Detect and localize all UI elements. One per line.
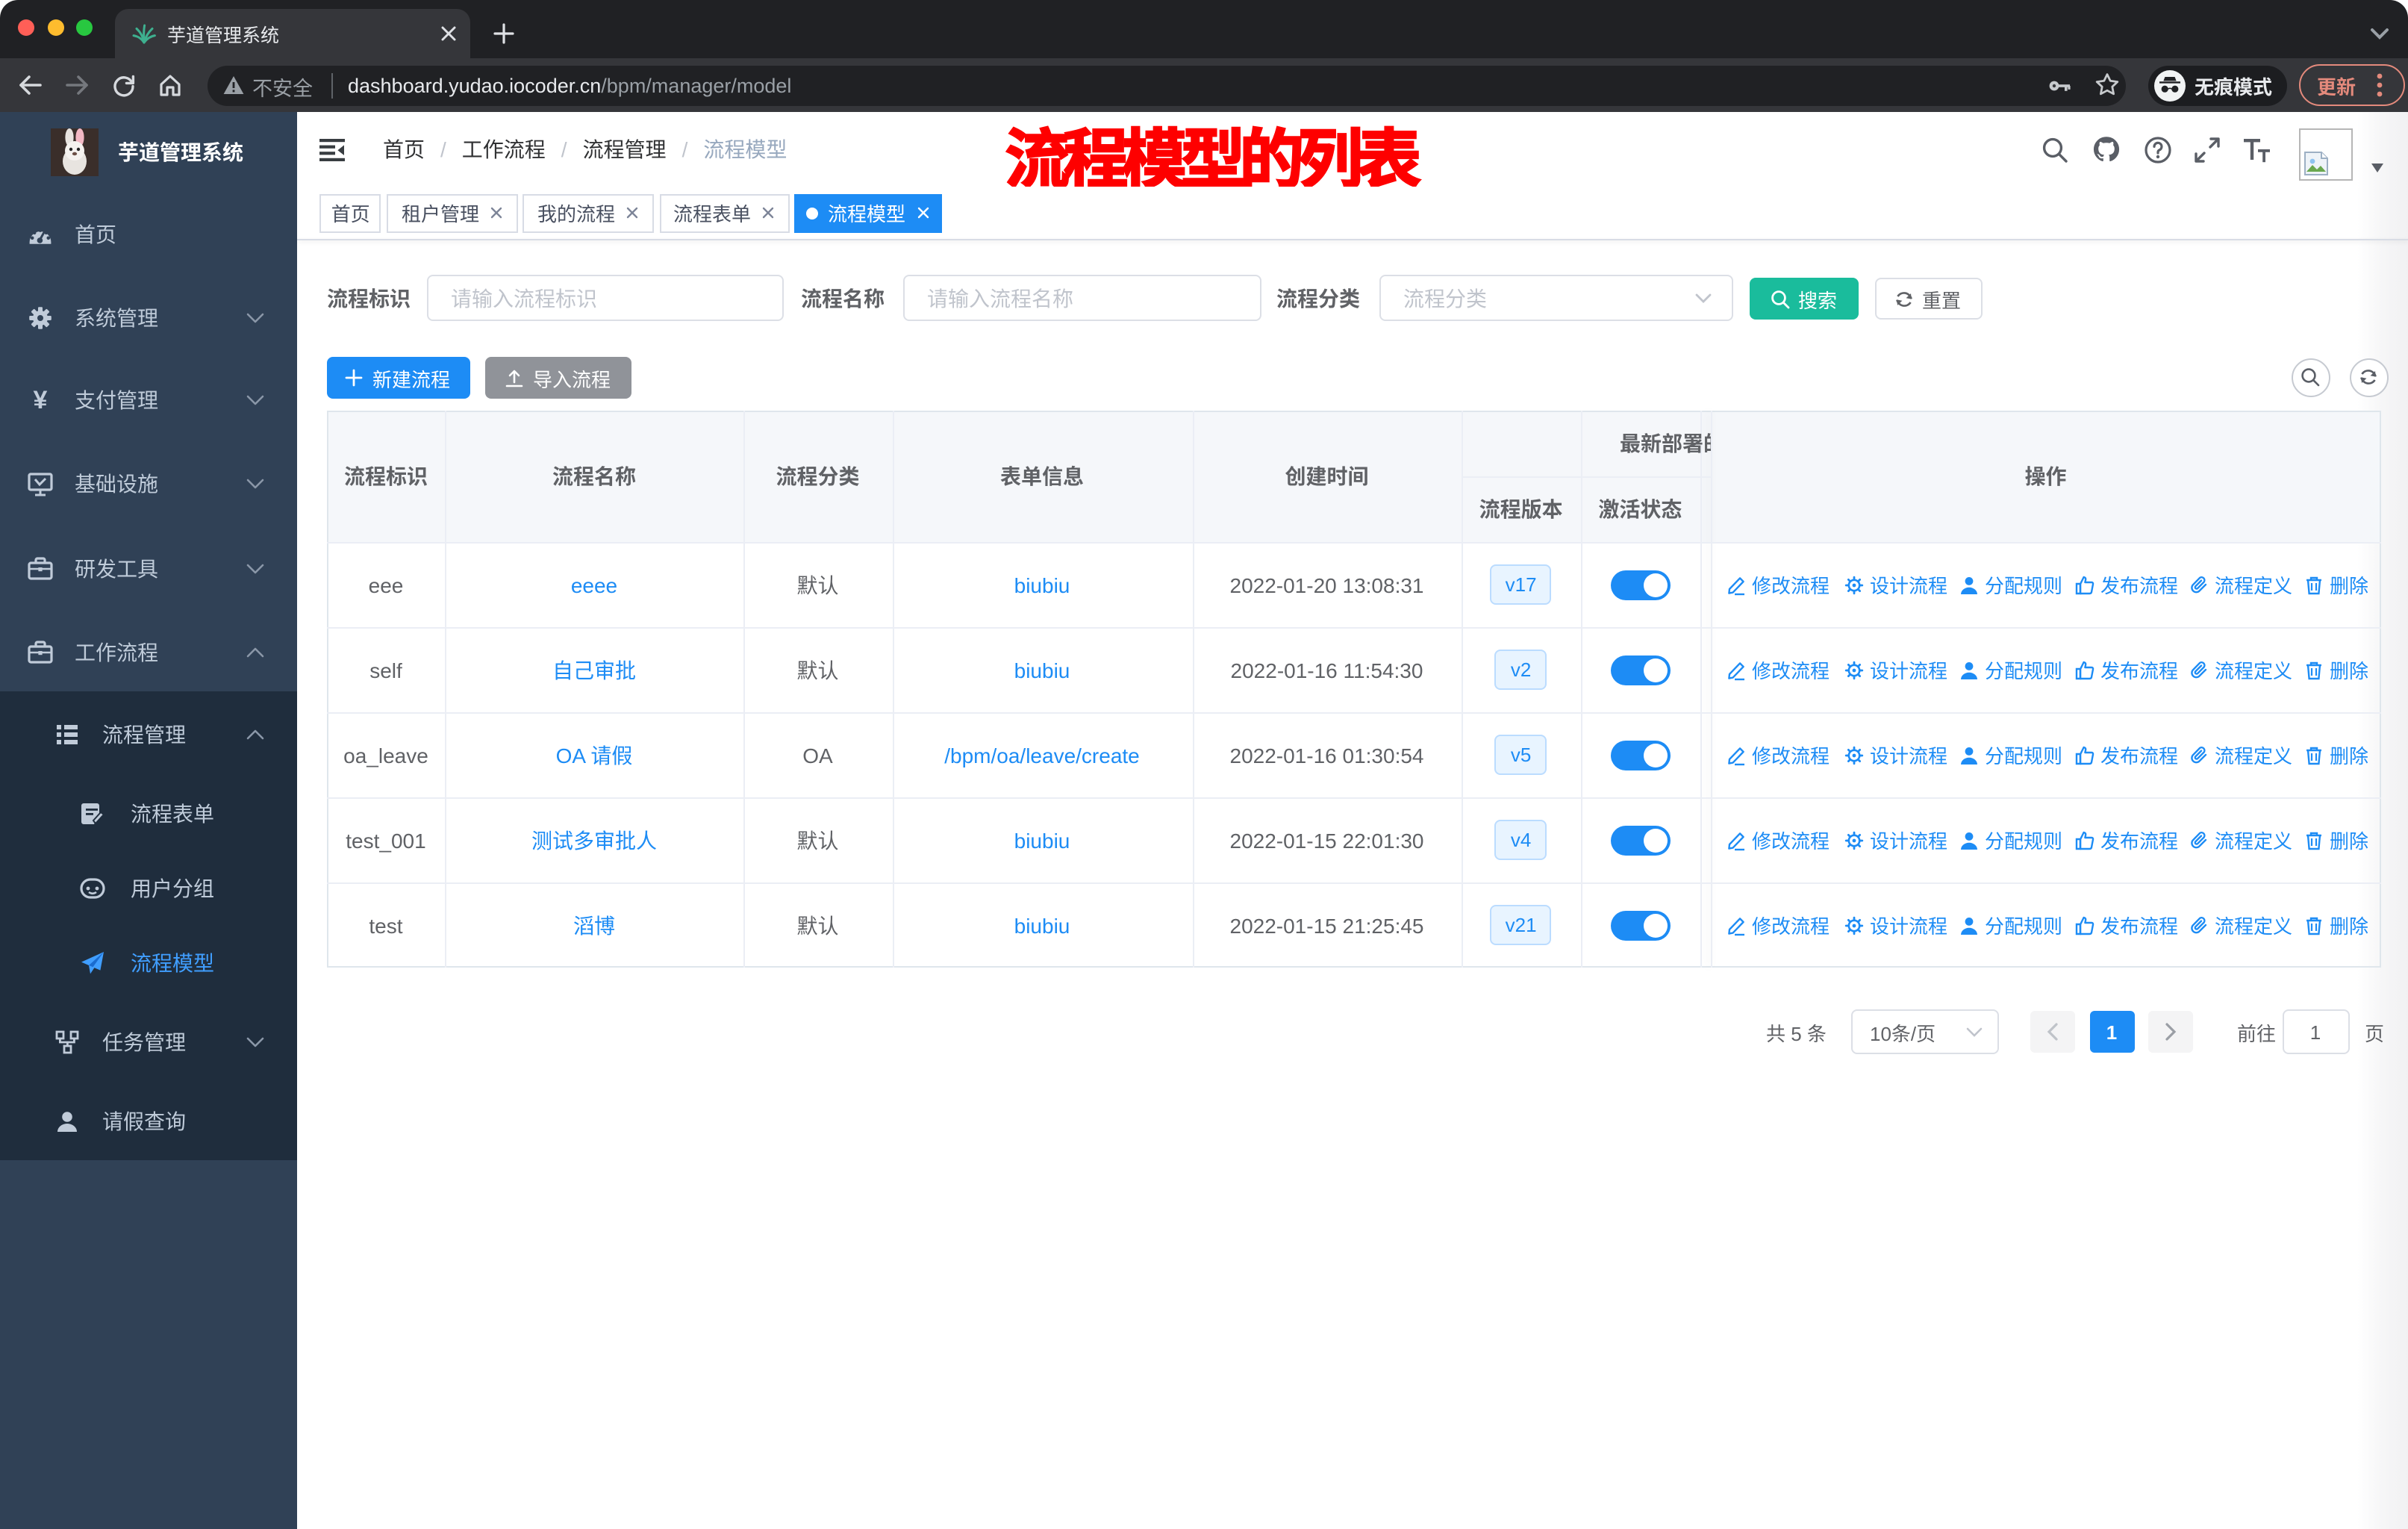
- svg-text:¥: ¥: [34, 387, 48, 414]
